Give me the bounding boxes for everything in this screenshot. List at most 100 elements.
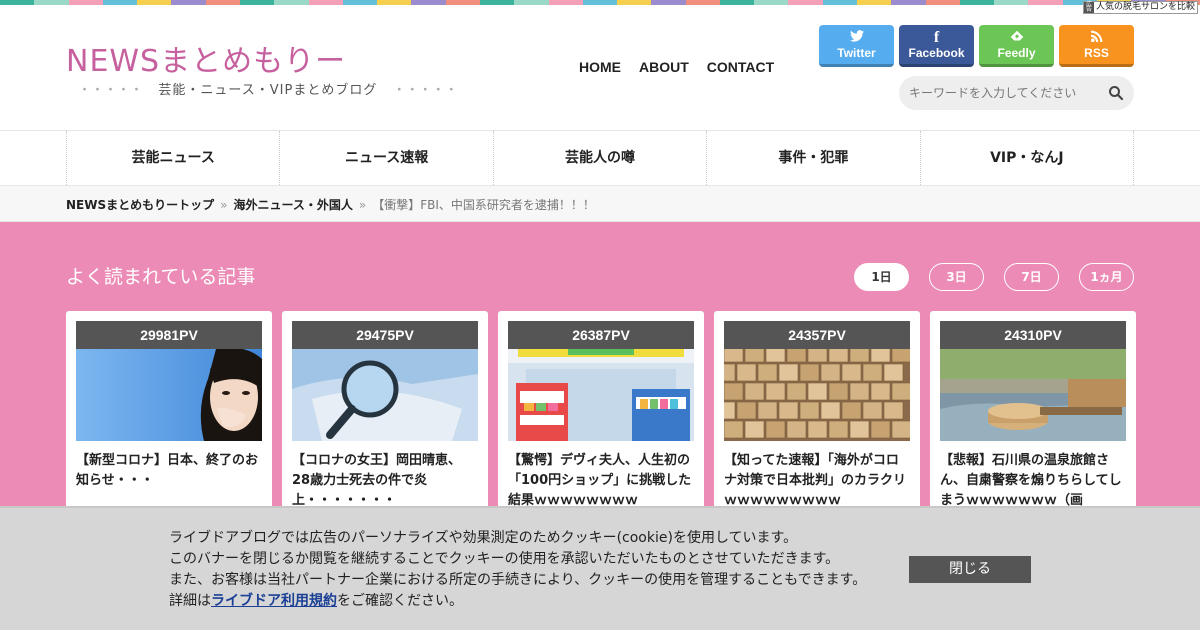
stripe-segment: [342, 0, 378, 5]
article-title[interactable]: 【知ってた速報】「海外がコロナ対策で日本批判」のカラクリｗｗｗｗｗｗｗｗｗ: [724, 451, 910, 511]
popular-cards: 29981PV 【新型コロナ】日本、終了のお知らせ・・・ 29475PV 【コロ…: [66, 311, 1136, 511]
category-news-sokuhou[interactable]: ニュース速報: [279, 131, 492, 185]
feedly-icon: [979, 30, 1054, 46]
article-thumbnail[interactable]: [76, 349, 262, 441]
breadcrumb-separator: »: [358, 198, 367, 212]
stripe-segment: [651, 0, 686, 5]
ad-text: 人気の脱毛サロンを比較: [1095, 2, 1195, 12]
facebook-f-icon: f: [933, 29, 940, 46]
article-title[interactable]: 【新型コロナ】日本、終了のお知らせ・・・: [76, 451, 262, 491]
popular-heading: よく読まれている記事: [66, 266, 256, 288]
ad-pr-badge: 広告: [1083, 1, 1094, 13]
search-input[interactable]: [909, 84, 1099, 102]
breadcrumb-home[interactable]: NEWSまとめもりートップ: [66, 198, 214, 212]
article-card[interactable]: 24310PV 【悲報】石川県の温泉旅館さん、自粛警察を煽りちらしてしまうｗｗｗ…: [930, 311, 1136, 511]
twitter-button[interactable]: Twitter: [819, 25, 894, 67]
category-geinou-news[interactable]: 芸能ニュース: [66, 131, 279, 185]
search-box: [899, 76, 1134, 110]
stripe-segment: [617, 0, 652, 5]
breadcrumb-separator: »: [220, 198, 228, 212]
breadcrumb-category[interactable]: 海外ニュース・外国人: [233, 198, 352, 212]
stripe-segment: [0, 0, 35, 5]
period-tab-1month[interactable]: 1ヵ月: [1079, 263, 1134, 291]
pageview-count: 24310PV: [940, 321, 1126, 349]
article-thumbnail[interactable]: [940, 349, 1126, 441]
pageview-count: 24357PV: [724, 321, 910, 349]
article-card[interactable]: 29981PV 【新型コロナ】日本、終了のお知らせ・・・: [66, 311, 272, 511]
article-thumbnail[interactable]: [724, 349, 910, 441]
rss-label: RSS: [1084, 46, 1109, 60]
rss-button[interactable]: RSS: [1059, 25, 1134, 67]
stripe-segment: [479, 0, 515, 5]
stripe-segment: [891, 0, 926, 5]
stripe-segment: [274, 0, 309, 5]
stripe-segment: [582, 0, 618, 5]
article-card[interactable]: 29475PV 【コロナの女王】岡田晴恵、28歳力士死去の件で炎上・・・・・・・: [282, 311, 488, 511]
facebook-label: Facebook: [908, 46, 965, 60]
stripe-segment: [411, 0, 446, 5]
pageview-count: 29981PV: [76, 321, 262, 349]
article-title[interactable]: 【驚愕】デヴィ夫人、人生初の「100円ショップ」に挑戦した結果ｗｗｗｗｗｗｗｗ: [508, 451, 694, 511]
pageview-count: 26387PV: [508, 321, 694, 349]
article-card[interactable]: 24357PV 【知ってた速報】「海外がコロナ対策で日本批判」のカラクリｗｗｗｗ…: [714, 311, 920, 511]
stripe-segment: [685, 0, 720, 5]
stripe-segment: [959, 0, 995, 5]
article-title[interactable]: 【コロナの女王】岡田晴恵、28歳力士死去の件で炎上・・・・・・・: [292, 451, 478, 511]
stripe-segment: [514, 0, 549, 5]
category-vip-nanj[interactable]: VIP・なんJ: [919, 131, 1135, 185]
period-tab-1day[interactable]: 1日: [854, 263, 909, 291]
stripe-segment: [994, 0, 1029, 5]
period-tab-7day[interactable]: 7日: [1004, 263, 1059, 291]
top-navigation: HOME ABOUT CONTACT: [579, 59, 774, 75]
rss-icon: [1059, 30, 1134, 46]
stripe-segment: [377, 0, 412, 5]
period-tab-3day[interactable]: 3日: [929, 263, 984, 291]
stripe-segment: [754, 0, 789, 5]
stripe-segment: [822, 0, 858, 5]
category-geinoujin-uwasa[interactable]: 芸能人の噂: [492, 131, 706, 185]
breadcrumb: NEWSまとめもりートップ » 海外ニュース・外国人 » 【衝撃】FBI、中国系研究者を…: [0, 186, 1200, 222]
stripe-segment: [102, 0, 138, 5]
category-jiken-hanzai[interactable]: 事件・犯罪: [706, 131, 919, 185]
nav-home[interactable]: HOME: [579, 59, 621, 75]
article-title[interactable]: 【悲報】石川県の温泉旅館さん、自粛警察を煽りちらしてしまうｗｗｗｗｗｗｗ（画: [940, 451, 1126, 511]
top-color-stripe: [0, 0, 1200, 5]
category-navigation: 芸能ニュース ニュース速報 芸能人の噂 事件・犯罪 VIP・なんJ: [0, 130, 1200, 186]
article-thumbnail[interactable]: [508, 349, 694, 441]
cookie-consent-banner: ライブドアブログでは広告のパーソナライズや効果測定のためクッキー(cookie)…: [0, 506, 1200, 630]
stripe-segment: [171, 0, 206, 5]
stripe-segment: [137, 0, 172, 5]
twitter-label: Twitter: [837, 46, 876, 60]
cookie-close-button[interactable]: 閉じる: [909, 556, 1031, 583]
article-thumbnail[interactable]: [292, 349, 478, 441]
social-buttons: Twitter f Facebook Feedly RSS: [819, 25, 1134, 67]
stripe-segment: [857, 0, 892, 5]
stripe-segment: [34, 0, 69, 5]
twitter-bird-icon: [819, 30, 894, 46]
pageview-count: 29475PV: [292, 321, 478, 349]
feedly-button[interactable]: Feedly: [979, 25, 1054, 67]
stripe-segment: [445, 0, 480, 5]
site-logo[interactable]: NEWSまとめもりー: [66, 36, 366, 79]
nav-contact[interactable]: CONTACT: [707, 59, 774, 75]
site-tagline: ・・・・・ 芸能・ニュース・VIPまとめブログ ・・・・・: [78, 83, 458, 98]
breadcrumb-current: 【衝撃】FBI、中国系研究者を逮捕！！！: [372, 198, 595, 212]
facebook-button[interactable]: f Facebook: [899, 25, 974, 67]
stripe-segment: [925, 0, 960, 5]
stripe-segment: [719, 0, 755, 5]
stripe-segment: [548, 0, 583, 5]
article-card[interactable]: 26387PV 【驚愕】デヴィ夫人、人生初の「100円ショップ」に挑戦した結果ｗ…: [498, 311, 704, 511]
terms-link[interactable]: ライブドア利用規約: [211, 593, 337, 609]
period-tabs: 1日 3日 7日 1ヵ月: [854, 263, 1134, 291]
stripe-segment: [239, 0, 275, 5]
stripe-segment: [308, 0, 343, 5]
search-icon[interactable]: [1108, 85, 1124, 101]
feedly-label: Feedly: [997, 46, 1036, 60]
stripe-segment: [205, 0, 240, 5]
stripe-segment: [68, 0, 103, 5]
cookie-message: ライブドアブログでは広告のパーソナライズや効果測定のためクッキー(cookie)…: [169, 530, 867, 609]
stripe-segment: [1028, 0, 1063, 5]
stripe-segment: [788, 0, 823, 5]
ad-link[interactable]: 広告 人気の脱毛サロンを比較: [1082, 1, 1198, 14]
nav-about[interactable]: ABOUT: [639, 59, 689, 75]
